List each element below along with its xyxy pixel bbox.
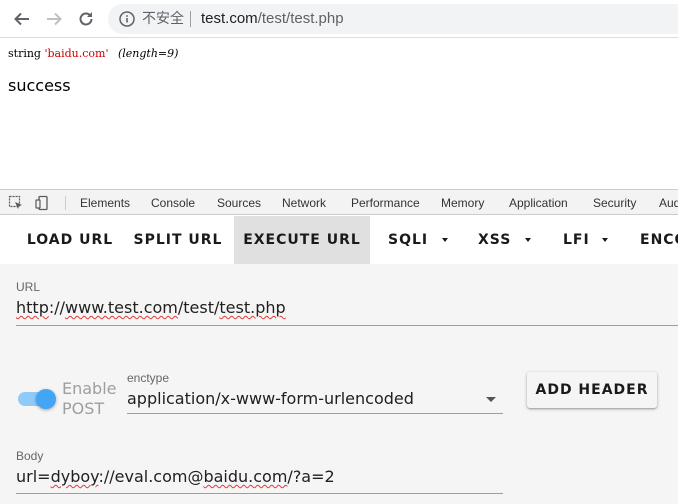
url-field[interactable]: http://www.test.com/test/test.php bbox=[16, 298, 286, 317]
hackbar-toolbar: LOAD URL SPLIT URL EXECUTE URL SQLI XSS … bbox=[0, 216, 678, 264]
reload-icon bbox=[79, 12, 93, 26]
security-label[interactable]: 不安全 bbox=[142, 11, 184, 27]
devtools-divider bbox=[65, 196, 66, 210]
add-header-button[interactable]: ADD HEADER bbox=[527, 372, 657, 408]
var-dump-output: string 'baidu.com' (length=9) bbox=[8, 47, 178, 60]
reload-button[interactable] bbox=[75, 8, 97, 30]
body-field-label: Body bbox=[16, 449, 44, 463]
url-part: :// bbox=[48, 298, 66, 317]
xss-label: XSS bbox=[478, 232, 512, 248]
tab-security[interactable]: Security bbox=[593, 196, 636, 210]
url-part: http bbox=[16, 298, 49, 317]
device-toolbar-icon[interactable] bbox=[34, 195, 50, 211]
tab-memory[interactable]: Memory bbox=[441, 196, 484, 210]
tab-elements[interactable]: Elements bbox=[80, 196, 130, 210]
url-part: /test/ bbox=[177, 298, 220, 317]
load-url-button[interactable]: LOAD URL bbox=[20, 216, 120, 264]
hackbar-form: URL http://www.test.com/test/test.php En… bbox=[0, 264, 678, 504]
tab-sources[interactable]: Sources bbox=[217, 196, 261, 210]
body-part: url= bbox=[16, 467, 51, 486]
body-part: /?a=2 bbox=[287, 467, 335, 486]
tab-audits[interactable]: Aud bbox=[659, 196, 678, 210]
devtools-tabbar: Elements Console Sources Network Perform… bbox=[0, 189, 678, 215]
page-content: string 'baidu.com' (length=9) success bbox=[0, 39, 678, 189]
browser-toolbar: 不安全 test.com/test/test.php bbox=[0, 0, 678, 38]
encoding-menu-button[interactable]: ENCO bbox=[640, 216, 678, 264]
enable-post-label-line2: POST bbox=[62, 399, 105, 418]
info-icon[interactable] bbox=[119, 11, 135, 27]
sqli-label: SQLI bbox=[388, 232, 429, 248]
chevron-down-icon bbox=[601, 238, 608, 242]
enable-post-label-line1: Enable bbox=[62, 379, 117, 398]
tab-network[interactable]: Network bbox=[282, 196, 326, 210]
lfi-label: LFI bbox=[563, 232, 590, 248]
split-url-button[interactable]: SPLIT URL bbox=[128, 216, 228, 264]
url-part: www.test.com bbox=[65, 298, 178, 317]
body-part: baidu.com bbox=[203, 467, 288, 486]
dump-length: (length=9) bbox=[117, 47, 179, 60]
url-host: test.com bbox=[201, 10, 258, 27]
arrow-right-icon bbox=[47, 12, 62, 26]
add-header-label: ADD HEADER bbox=[535, 382, 649, 398]
arrow-left-icon bbox=[14, 12, 29, 26]
url-field-label: URL bbox=[16, 280, 41, 294]
body-field-underline bbox=[16, 493, 503, 494]
xss-menu-button[interactable]: XSS bbox=[478, 216, 532, 264]
result-text: success bbox=[8, 76, 71, 95]
url-field-underline bbox=[16, 325, 678, 326]
encoding-label: ENCO bbox=[640, 232, 678, 248]
tab-console[interactable]: Console bbox=[151, 196, 195, 210]
forward-button[interactable] bbox=[43, 8, 65, 30]
body-field[interactable]: url=dyboy://eval.com@baidu.com/?a=2 bbox=[16, 467, 335, 486]
inspect-element-icon[interactable] bbox=[8, 195, 24, 211]
sqli-menu-button[interactable]: SQLI bbox=[388, 216, 449, 264]
execute-url-button[interactable]: EXECUTE URL bbox=[234, 216, 370, 264]
url-path: /test/test.php bbox=[257, 10, 344, 27]
url-text[interactable]: test.com/test/test.php bbox=[201, 10, 344, 28]
enctype-underline bbox=[127, 413, 503, 414]
chevron-down-icon bbox=[525, 238, 532, 242]
back-button[interactable] bbox=[11, 8, 33, 30]
dropdown-arrow-icon[interactable] bbox=[486, 397, 496, 402]
load-url-label: LOAD URL bbox=[26, 232, 114, 248]
dump-value: 'baidu.com' bbox=[44, 47, 109, 60]
url-part: test.php bbox=[219, 298, 286, 317]
enctype-select[interactable]: application/x-www-form-urlencoded bbox=[127, 389, 414, 408]
execute-url-label: EXECUTE URL bbox=[243, 232, 361, 248]
tab-performance[interactable]: Performance bbox=[351, 196, 420, 210]
dump-type: string bbox=[8, 47, 41, 60]
address-divider bbox=[190, 11, 191, 27]
body-part: dyboy bbox=[50, 467, 99, 486]
split-url-label: SPLIT URL bbox=[133, 232, 223, 248]
enable-post-label: Enable POST bbox=[62, 379, 117, 419]
enctype-label: enctype bbox=[127, 371, 170, 385]
body-part: ://eval.com@ bbox=[98, 467, 204, 486]
address-bar[interactable]: 不安全 test.com/test/test.php bbox=[108, 4, 678, 34]
tab-application[interactable]: Application bbox=[509, 196, 568, 210]
lfi-menu-button[interactable]: LFI bbox=[563, 216, 608, 264]
enable-post-toggle[interactable] bbox=[36, 389, 56, 409]
chevron-down-icon bbox=[442, 238, 449, 242]
